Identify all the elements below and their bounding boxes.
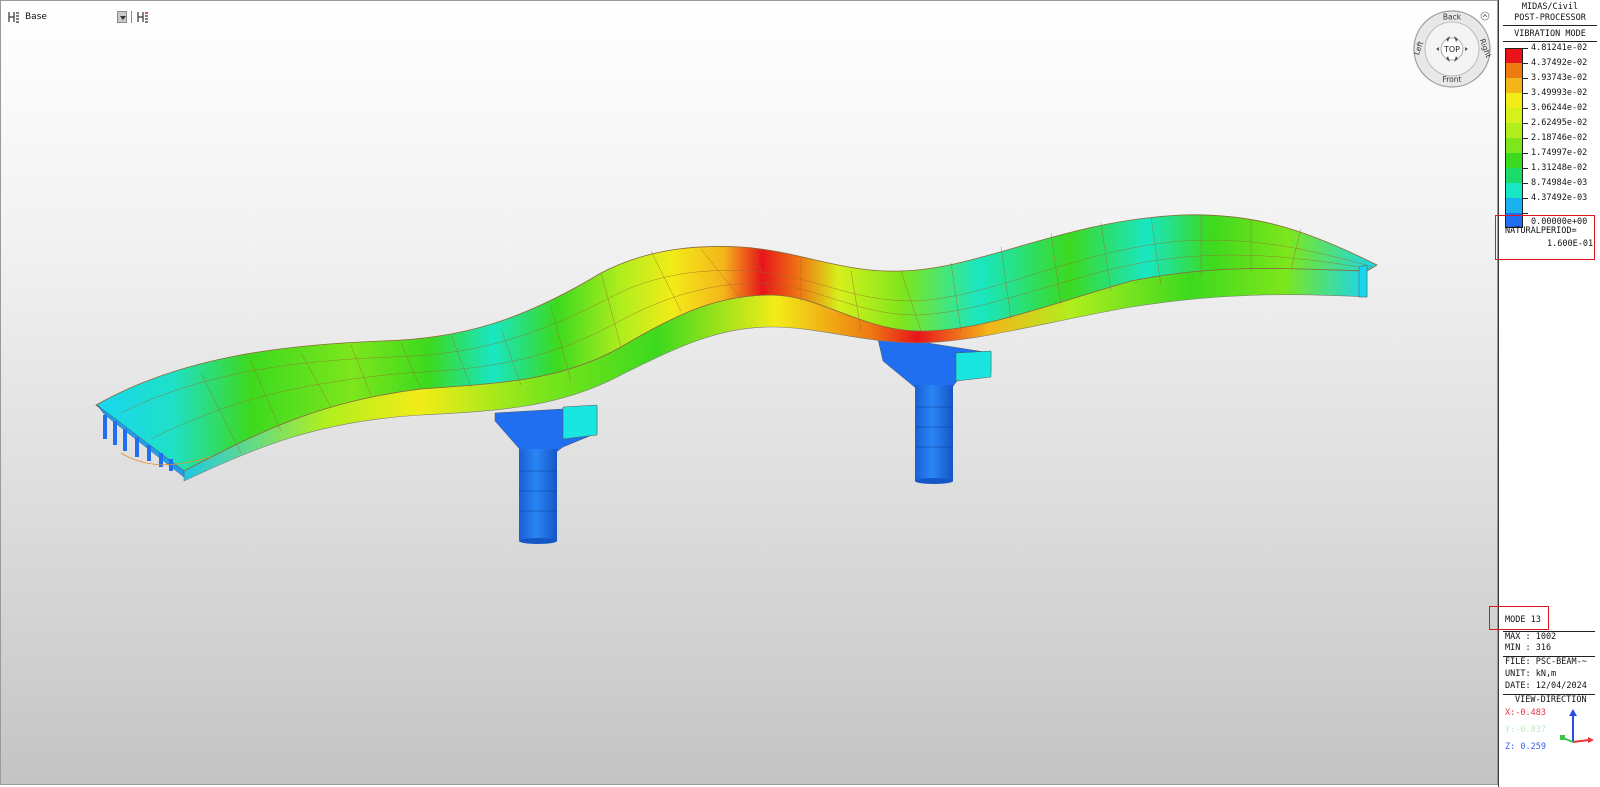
legend-tick [1523,138,1528,139]
unit-line: UNIT: kN,m [1505,669,1557,679]
abutment-right [1358,264,1368,298]
legend-tick [1523,63,1528,64]
legend-row: 4.37492e-03 [1505,193,1599,213]
view-cube-home-icon[interactable] [1480,11,1490,21]
legend-tick [1523,93,1528,94]
pier-right [876,334,992,484]
legend-tick [1523,183,1528,184]
legend-swatch [1505,63,1523,78]
view-cube[interactable]: Back Front Left Right TOP [1412,9,1492,89]
panel-title-line2: POST-PROCESSOR [1514,13,1586,23]
legend-swatch [1505,48,1523,63]
divider [1503,25,1597,26]
legend-tick [1523,48,1528,49]
mode-label: MODE 13 [1505,615,1541,625]
post-processor-panel: MIDAS/Civil POST-PROCESSOR VIBRATION MOD… [1489,0,1600,787]
legend-swatch [1505,153,1523,168]
legend-swatch [1505,93,1523,108]
legend-tick [1523,123,1528,124]
legend-tick [1523,198,1528,199]
view-direction-y: Y:-0.837 [1505,725,1546,735]
pier-left [494,404,598,544]
model-viewport[interactable]: Base Back Front Left Right TOP [0,0,1498,785]
file-line: FILE: PSC-BEAM-~ [1505,657,1587,667]
legend-value: 2.18746e-02 [1531,133,1588,143]
min-line: MIN : 316 [1505,643,1552,653]
legend-value: 3.06244e-02 [1531,103,1588,113]
date-line: DATE: 12/04/2024 [1505,681,1587,691]
legend-tick [1523,78,1528,79]
view-direction-label: VIEW-DIRECTION [1515,695,1587,705]
legend-swatch [1505,123,1523,138]
view-cube-back[interactable]: Back [1443,13,1462,22]
contour-legend: 4.81241e-02 4.37492e-02 3.93743e-02 3.49993… [1505,43,1599,228]
legend-tick [1523,213,1528,214]
max-line: MAX : 1002 [1505,632,1557,642]
natural-period-value: 1.600E-01 [1547,239,1594,249]
natural-period-highlight [1495,215,1595,260]
legend-value: 4.37492e-02 [1531,58,1588,68]
panel-title-line1: MIDAS/Civil [1521,2,1579,12]
bridge-mode-shape-render[interactable] [1,1,1498,785]
legend-tick [1523,153,1528,154]
legend-value: 1.74997e-02 [1531,148,1588,158]
legend-swatch [1505,183,1523,198]
view-direction-z: Z: 0.259 [1505,742,1546,752]
legend-tick [1523,108,1528,109]
legend-value: 8.74984e-03 [1531,178,1588,188]
legend-value: 4.37492e-03 [1531,193,1588,203]
result-type-label: VIBRATION MODE [1514,29,1586,39]
legend-value: 2.62495e-02 [1531,118,1588,128]
legend-swatch [1505,168,1523,183]
legend-swatch [1505,138,1523,153]
view-cube-front[interactable]: Front [1443,75,1462,84]
legend-tick [1523,168,1528,169]
legend-swatch [1505,78,1523,93]
legend-swatch [1505,198,1523,213]
axis-triad-icon [1560,709,1594,743]
legend-swatch [1505,108,1523,123]
divider [1503,41,1597,42]
legend-value: 4.81241e-02 [1531,43,1588,53]
legend-value: 3.93743e-02 [1531,73,1588,83]
legend-value: 1.31248e-02 [1531,163,1588,173]
legend-value: 3.49993e-02 [1531,88,1588,98]
view-direction-x: X:-0.483 [1505,708,1546,718]
natural-period-label: NATURALPERIOD= [1505,226,1577,236]
view-cube-top[interactable]: TOP [1443,45,1460,54]
